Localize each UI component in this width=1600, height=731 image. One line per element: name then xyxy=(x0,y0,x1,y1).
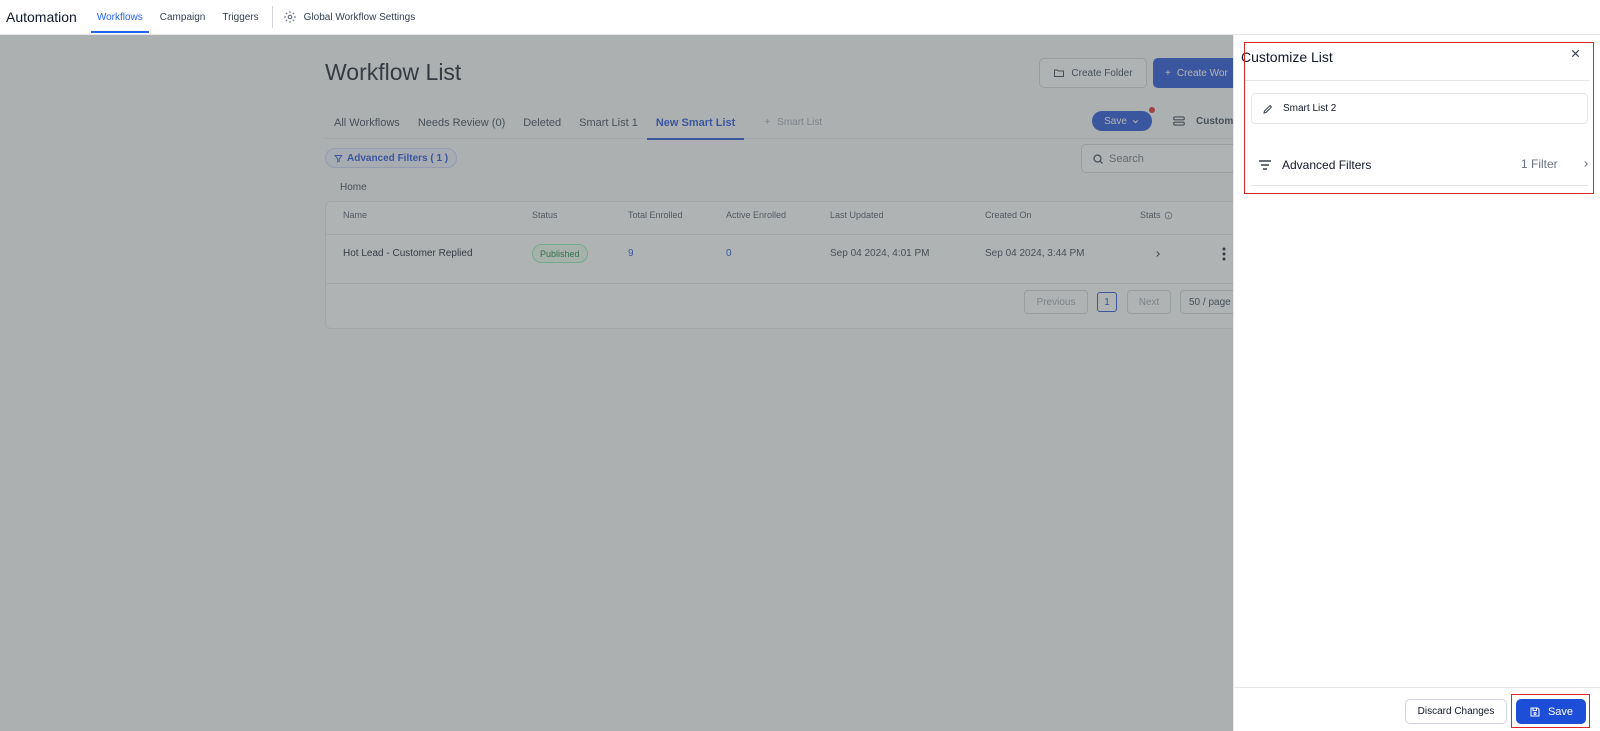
advanced-filters-count: 1 Filter xyxy=(1521,157,1558,171)
advanced-filters-label: Advanced Filters xyxy=(1282,157,1372,172)
save-icon xyxy=(1530,707,1540,716)
list-name-value: Smart List 2 xyxy=(1283,103,1337,114)
nav-divider xyxy=(271,6,273,28)
save-button-label: Save xyxy=(1547,705,1574,718)
global-settings-label: Global Workflow Settings xyxy=(303,11,416,23)
advanced-filters-row[interactable]: Advanced Filters 1 Filter xyxy=(1251,144,1588,186)
drawer-title: Customize List xyxy=(1241,49,1333,65)
customize-list-drawer: Customize List Smart List 2 Advanced Fil… xyxy=(1233,35,1600,731)
modal-overlay[interactable] xyxy=(0,35,1233,731)
gear-icon xyxy=(283,11,296,23)
pencil-icon xyxy=(1263,104,1273,114)
filter-lines-icon xyxy=(1259,159,1271,170)
save-button[interactable]: Save xyxy=(1516,699,1586,724)
nav-tab-campaign[interactable]: Campaign xyxy=(154,0,212,35)
drawer-footer: Discard Changes Save xyxy=(1234,687,1600,731)
nav-tab-triggers[interactable]: Triggers xyxy=(216,0,264,35)
discard-changes-button[interactable]: Discard Changes xyxy=(1405,699,1507,724)
chevron-right-icon xyxy=(1584,161,1588,167)
close-button[interactable] xyxy=(1568,46,1582,60)
nav-tab-workflows[interactable]: Workflows xyxy=(90,0,149,35)
app-title: Automation xyxy=(6,9,77,25)
close-icon xyxy=(1571,49,1579,57)
global-settings-link[interactable]: Global Workflow Settings xyxy=(283,10,416,24)
list-name-input[interactable]: Smart List 2 xyxy=(1251,93,1588,124)
top-navigation: Automation Workflows Campaign Triggers G… xyxy=(0,0,1600,35)
